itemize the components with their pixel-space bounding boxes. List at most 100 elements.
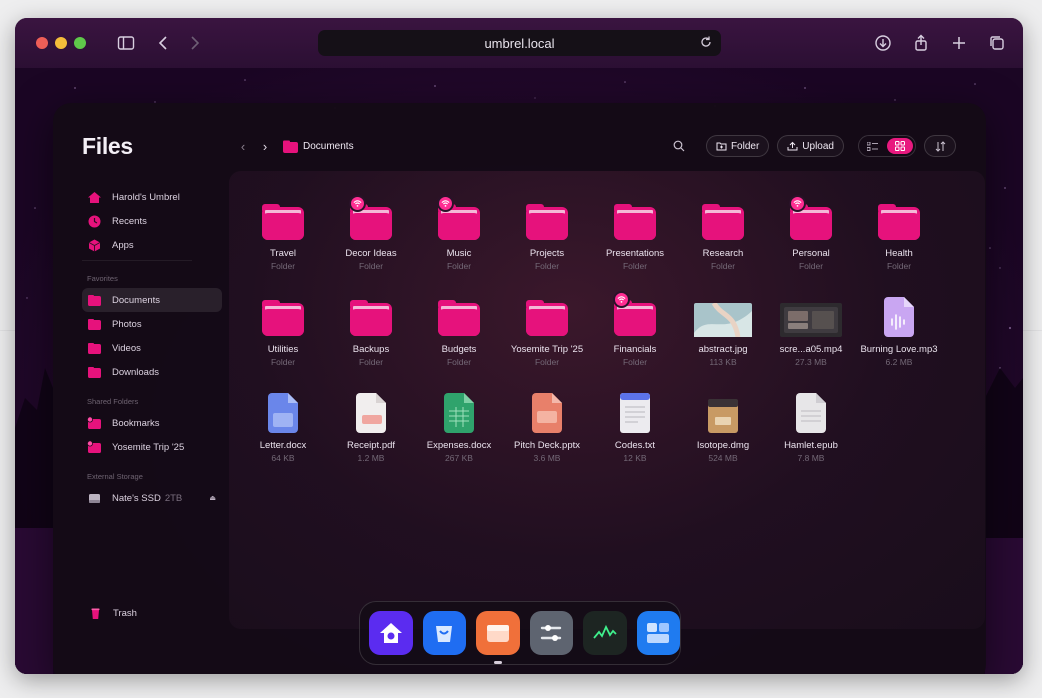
file-tile[interactable]: Financials Folder (591, 291, 679, 367)
trash-icon (88, 606, 103, 621)
file-tile[interactable]: scre...a05.mp4 27.3 MB (767, 293, 855, 367)
file-meta: 267 KB (445, 453, 473, 463)
file-tile[interactable]: Health Folder (855, 197, 943, 271)
sort-button[interactable] (924, 135, 956, 157)
home-icon (87, 190, 102, 205)
file-meta: Folder (358, 261, 384, 271)
file-tile[interactable]: Music Folder (415, 195, 503, 271)
shared-folder-icon (87, 416, 102, 431)
video-thumbnail (767, 293, 855, 337)
file-name: Backups (352, 344, 390, 355)
sidebar-item-ssd[interactable]: Nate's SSD 2TB ⏏ (82, 486, 222, 510)
dock (359, 601, 681, 665)
file-name: Hamlet.epub (784, 440, 838, 451)
file-tile[interactable]: Burning Love.mp3 6.2 MB (855, 293, 943, 367)
search-icon[interactable] (668, 135, 690, 157)
file-tile[interactable]: Yosemite Trip '25 Folder (503, 293, 591, 367)
forward-icon[interactable]: › (257, 139, 273, 154)
app-store-icon[interactable] (422, 611, 466, 655)
reload-icon[interactable] (699, 35, 713, 49)
files-window: Files Harold's Umbrel Recents Apps Favor… (53, 103, 986, 674)
home-app-icon[interactable] (369, 611, 413, 655)
sidebar-item-apps[interactable]: Apps (82, 233, 222, 257)
address-bar[interactable]: umbrel.local (318, 30, 721, 56)
address-url: umbrel.local (484, 35, 555, 51)
file-tile[interactable]: Backups Folder (327, 293, 415, 367)
cube-icon (87, 238, 102, 253)
file-tile[interactable]: Presentations Folder (591, 197, 679, 271)
close-window-button[interactable] (36, 37, 48, 49)
folder-icon (283, 140, 298, 153)
folder-plus-icon (716, 142, 727, 151)
sidebar-item-yosemite[interactable]: Yosemite Trip '25 (82, 435, 222, 459)
file-tile[interactable]: Utilities Folder (239, 293, 327, 367)
sidebar-item-videos[interactable]: Videos (82, 336, 222, 360)
browser-toolbar: umbrel.local (15, 18, 1023, 68)
sidebar-item-label: Videos (112, 342, 141, 354)
sidebar-item-recents[interactable]: Recents (82, 209, 222, 233)
file-tile[interactable]: Hamlet.epub 7.8 MB (767, 389, 855, 463)
shared-folder-icon (87, 440, 102, 455)
sidebar-item-home[interactable]: Harold's Umbrel (82, 185, 222, 209)
sidebar-item-downloads[interactable]: Downloads (82, 360, 222, 384)
folder-icon (327, 293, 415, 337)
file-tile[interactable]: Codes.txt 12 KB (591, 389, 679, 463)
new-tab-icon[interactable] (947, 31, 971, 55)
file-tile[interactable]: Budgets Folder (415, 293, 503, 367)
file-meta: Folder (358, 357, 384, 367)
folder-icon (239, 293, 327, 337)
sidebar-toggle-icon[interactable] (114, 31, 138, 55)
eject-icon[interactable]: ⏏ (209, 494, 216, 502)
file-tile[interactable]: Isotope.dmg 524 MB (679, 389, 767, 463)
file-meta: 27.3 MB (795, 357, 827, 367)
shared-badge-icon (613, 291, 630, 308)
file-tile[interactable]: Decor Ideas Folder (327, 195, 415, 271)
share-icon[interactable] (909, 31, 933, 55)
widgets-app-icon[interactable] (636, 611, 680, 655)
file-tile[interactable]: Receipt.pdf 1.2 MB (327, 389, 415, 463)
file-tile[interactable]: Pitch Deck.pptx 3.6 MB (503, 389, 591, 463)
grid-view-icon[interactable] (887, 138, 913, 154)
file-tile[interactable]: Letter.docx 64 KB (239, 389, 327, 463)
tab-overview-icon[interactable] (985, 31, 1009, 55)
live-usage-app-icon[interactable] (583, 611, 627, 655)
file-name: Yosemite Trip '25 (510, 344, 584, 355)
file-name: Isotope.dmg (696, 440, 750, 451)
download-icon[interactable] (871, 31, 895, 55)
file-name: Decor Ideas (345, 248, 397, 259)
back-icon[interactable]: ‹ (235, 139, 251, 154)
view-mode-toggle[interactable] (858, 135, 916, 157)
file-tile[interactable]: abstract.jpg 113 KB (679, 293, 767, 367)
file-meta: Folder (270, 357, 296, 367)
sidebar-item-photos[interactable]: Photos (82, 312, 222, 336)
drive-size: 2TB (164, 492, 183, 504)
file-tile[interactable]: Travel Folder (239, 197, 327, 271)
minimize-window-button[interactable] (55, 37, 67, 49)
file-tile[interactable]: Projects Folder (503, 197, 591, 271)
maximize-window-button[interactable] (74, 37, 86, 49)
file-name: Music (446, 248, 472, 259)
file-name: Budgets (441, 344, 477, 355)
window-controls (36, 37, 86, 49)
list-view-icon[interactable] (867, 141, 878, 151)
file-meta: 113 KB (709, 357, 737, 367)
folder-icon (87, 365, 102, 380)
file-tile[interactable]: Personal Folder (767, 195, 855, 271)
file-tile[interactable]: Research Folder (679, 197, 767, 271)
upload-button[interactable]: Upload (777, 135, 844, 157)
forward-icon[interactable] (182, 31, 206, 55)
back-icon[interactable] (152, 31, 176, 55)
folder-icon (415, 293, 503, 337)
folder-icon (591, 197, 679, 241)
files-app-icon[interactable] (476, 611, 520, 664)
settings-app-icon[interactable] (529, 611, 573, 655)
file-meta: Folder (622, 261, 648, 271)
folder-icon (767, 195, 855, 241)
sidebar-item-documents[interactable]: Documents (82, 288, 222, 312)
file-name: Utilities (267, 344, 299, 355)
new-folder-button[interactable]: Folder (705, 135, 770, 157)
breadcrumb[interactable]: Documents (283, 140, 354, 153)
sidebar-item-bookmarks[interactable]: Bookmarks (82, 411, 222, 435)
file-tile[interactable]: Expenses.docx 267 KB (415, 389, 503, 463)
sidebar-item-trash[interactable]: Trash (88, 606, 137, 621)
